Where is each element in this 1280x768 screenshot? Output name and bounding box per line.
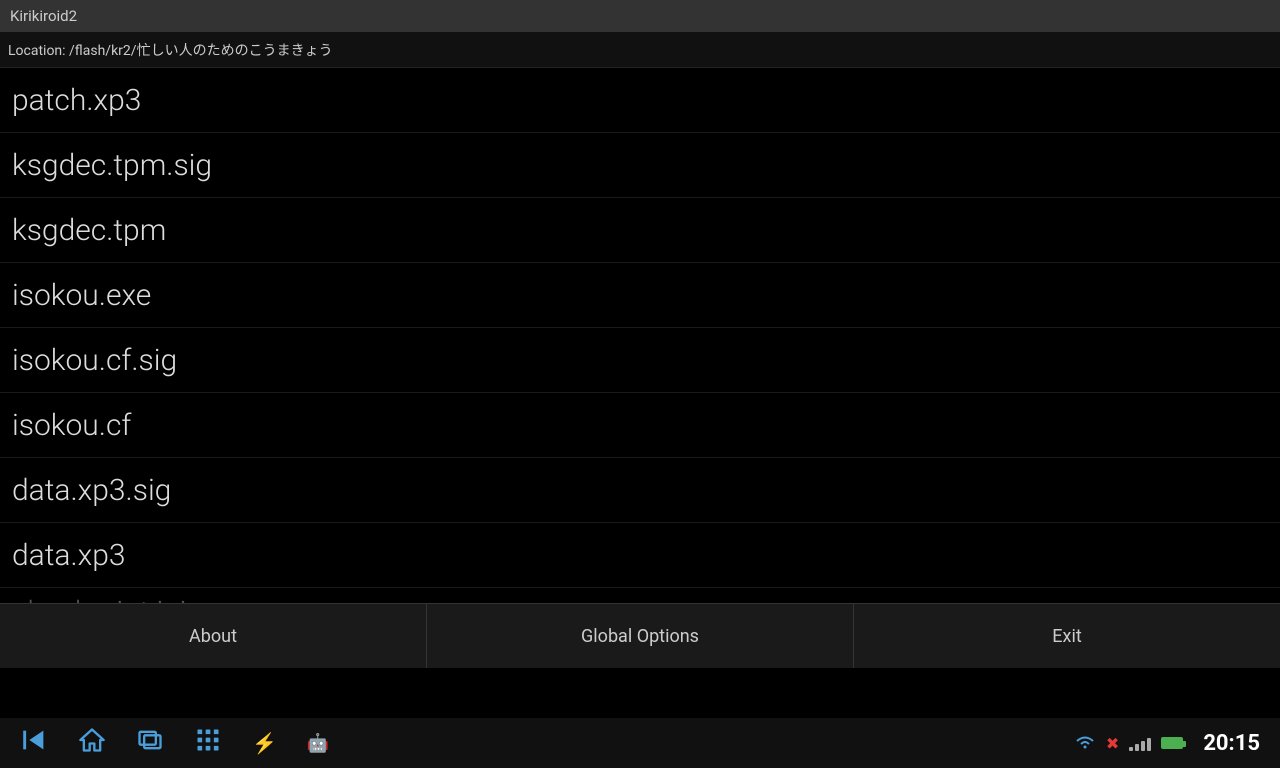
file-name: ksgdec.tpm xyxy=(12,213,166,248)
back-icon xyxy=(20,726,48,754)
list-item[interactable]: isokou.cf.sig xyxy=(0,328,1280,393)
android-nav-bar: ⚡ 🤖 ✖ 20:15 xyxy=(0,718,1280,768)
file-name: patch.xp3 xyxy=(12,83,141,118)
location-off-icon: ✖ xyxy=(1106,734,1119,753)
global-options-button[interactable]: Global Options xyxy=(427,604,854,668)
list-item[interactable]: ksgdec.tpm xyxy=(0,198,1280,263)
main-content: patch.xp3 ksgdec.tpm.sig ksgdec.tpm isokou.… xyxy=(0,68,1280,718)
list-item[interactable]: data.xp3.sig xyxy=(0,458,1280,523)
about-button[interactable]: About xyxy=(0,604,427,668)
location-text: Location: /flash/kr2/忙しい人のためのこうまきょう xyxy=(8,40,333,60)
file-list: patch.xp3 ksgdec.tpm.sig ksgdec.tpm isokou.… xyxy=(0,68,1280,653)
file-name: data.xp3 xyxy=(12,538,126,573)
list-item[interactable]: data.xp3 xyxy=(0,523,1280,588)
signal-bars xyxy=(1129,735,1151,751)
list-item[interactable]: ksgdec.tpm.sig xyxy=(0,133,1280,198)
app-title: Kirikiroid2 xyxy=(10,7,77,25)
recents-button[interactable] xyxy=(136,726,164,760)
time-display: 20:15 xyxy=(1203,731,1260,756)
apps-icon xyxy=(194,726,222,754)
recents-icon xyxy=(136,726,164,754)
file-name: isokou.cf.sig xyxy=(12,343,177,378)
title-bar: Kirikiroid2 xyxy=(0,0,1280,32)
location-bar: Location: /flash/kr2/忙しい人のためのこうまきょう xyxy=(0,32,1280,68)
file-name: ksgdec.tpm.sig xyxy=(12,148,212,183)
battery-icon xyxy=(1161,737,1183,749)
about-label: About xyxy=(189,626,237,647)
android-icon: 🤖 xyxy=(307,733,329,754)
home-button[interactable] xyxy=(78,726,106,760)
list-item[interactable]: patch.xp3 xyxy=(0,68,1280,133)
apps-button[interactable] xyxy=(194,726,222,760)
wifi-icon xyxy=(1074,733,1096,754)
list-item[interactable]: isokou.cf xyxy=(0,393,1280,458)
usb-icon: ⚡ xyxy=(252,731,277,755)
exit-button[interactable]: Exit xyxy=(854,604,1280,668)
file-list-container[interactable]: patch.xp3 ksgdec.tpm.sig ksgdec.tpm isokou.… xyxy=(0,68,1280,653)
back-button[interactable] xyxy=(20,726,48,760)
global-options-label: Global Options xyxy=(581,626,699,647)
exit-label: Exit xyxy=(1052,626,1081,647)
home-icon xyxy=(78,726,106,754)
file-name: isokou.exe xyxy=(12,278,151,313)
list-item[interactable]: isokou.exe xyxy=(0,263,1280,328)
bottom-menu-bar: About Global Options Exit xyxy=(0,603,1280,668)
file-name: isokou.cf xyxy=(12,408,131,443)
nav-right-status: ✖ 20:15 xyxy=(1074,731,1260,756)
nav-left-buttons: ⚡ 🤖 xyxy=(20,726,329,760)
file-name: data.xp3.sig xyxy=(12,473,171,508)
